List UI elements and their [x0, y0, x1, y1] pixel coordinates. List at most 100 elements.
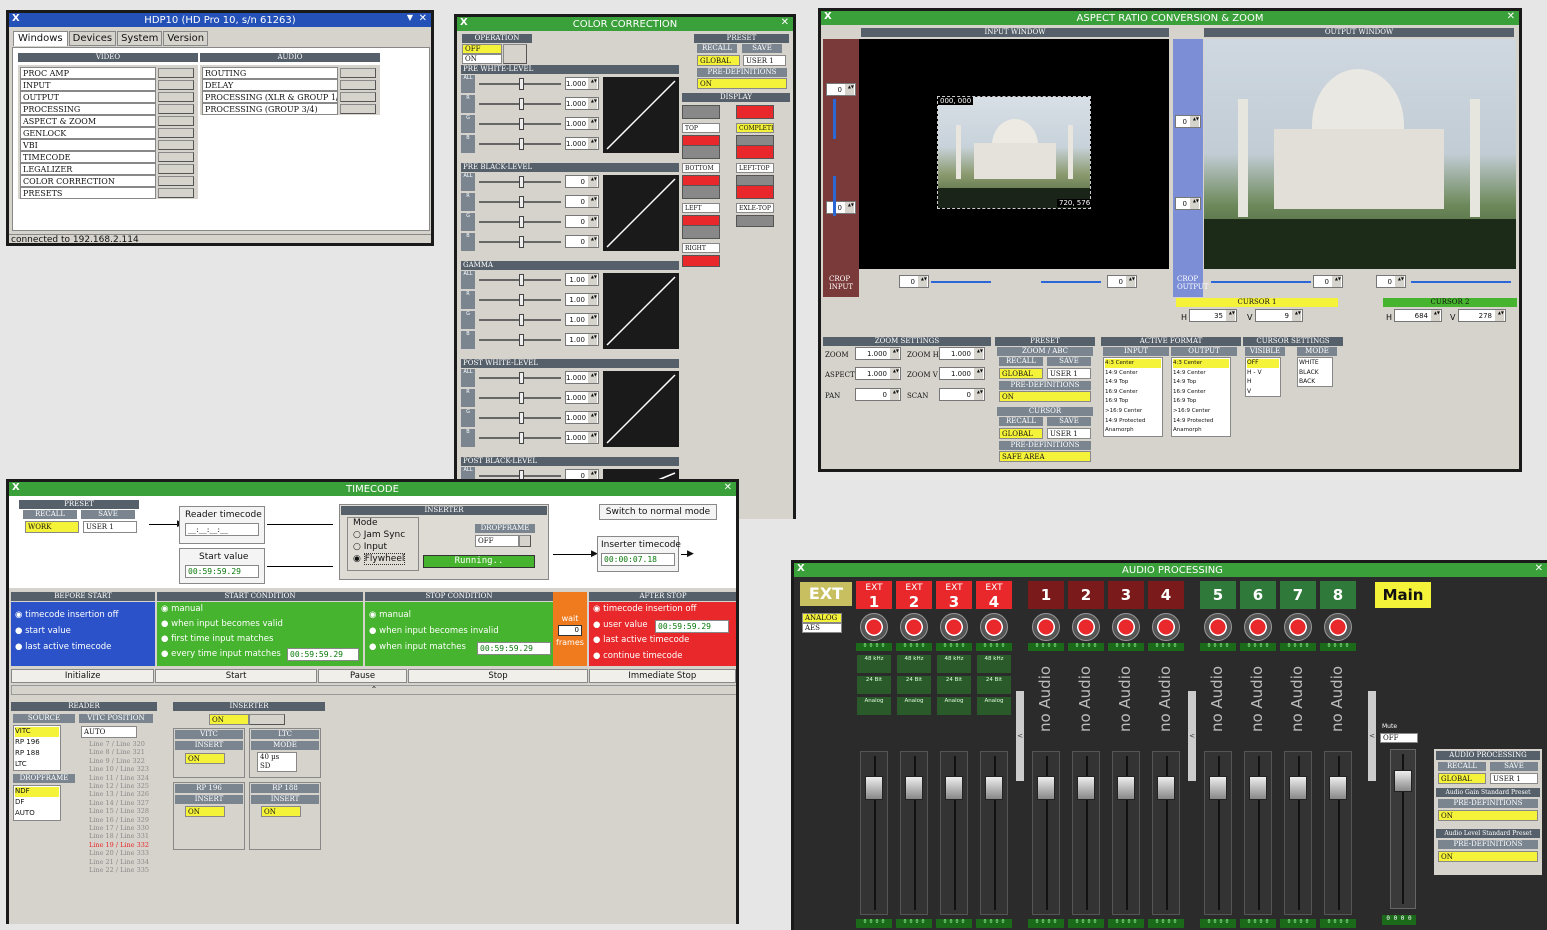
- tc-bs_items-option-0[interactable]: ◉ timecode insertion off: [15, 610, 118, 620]
- cc-value-input[interactable]: 1.00: [565, 293, 599, 306]
- audio-item-1[interactable]: DELAY: [202, 79, 338, 91]
- ar-titlebar[interactable]: X ASPECT RATIO CONVERSION & ZOOM ✕: [821, 11, 1519, 25]
- rp196-insert-select[interactable]: ON: [185, 806, 225, 817]
- cc-value-input[interactable]: 1.000: [565, 411, 599, 424]
- cursor2-v-input[interactable]: 278: [1458, 309, 1506, 322]
- tc-as_items-option-0[interactable]: ◉ timecode insertion off: [593, 604, 696, 614]
- cc-value-input[interactable]: 1.000: [565, 97, 599, 110]
- vitc-line-item[interactable]: Line 17 / Line 330: [81, 824, 153, 832]
- zoom-v-input[interactable]: 1.000: [939, 367, 985, 380]
- vitc-line-item[interactable]: Line 11 / Line 324: [81, 774, 153, 782]
- pan-input[interactable]: 0: [855, 388, 901, 401]
- vitc-line-list[interactable]: Line 7 / Line 320 Line 8 / Line 321 Line 9…: [81, 740, 153, 878]
- fader-knob[interactable]: [985, 776, 1003, 800]
- operation-scroll[interactable]: [503, 44, 527, 64]
- radio-icon[interactable]: ●: [161, 649, 171, 659]
- af-output-list[interactable]: 4:3 Center 14:9 Center 14:9 Top 16:9 Center…: [1171, 357, 1231, 437]
- crop-output-right[interactable]: 0: [1376, 275, 1406, 288]
- tc-recall-select[interactable]: WORK: [25, 521, 79, 533]
- audio-item-3[interactable]: PROCESSING (GROUP 3/4): [202, 103, 338, 115]
- cursor-recall-select[interactable]: GLOBAL: [999, 428, 1043, 439]
- video-item-button-1[interactable]: [158, 80, 194, 90]
- cc-value-input[interactable]: 1.000: [565, 391, 599, 404]
- channel-header[interactable]: EXT 4: [976, 581, 1012, 610]
- radio-icon[interactable]: ◉: [15, 610, 25, 620]
- ext-analog[interactable]: ANALOG: [802, 613, 842, 623]
- video-item-button-0[interactable]: [158, 68, 194, 78]
- video-item-6[interactable]: VBI: [20, 139, 156, 151]
- switch-normal-button[interactable]: Switch to normal mode: [599, 504, 717, 520]
- format-item-5[interactable]: >16:9 Center: [1173, 407, 1229, 416]
- video-item-9[interactable]: COLOR CORRECTION: [20, 175, 156, 187]
- crop-output-hslider-2[interactable]: [1411, 281, 1511, 283]
- dropframe-item-2[interactable]: AUTO: [15, 809, 59, 819]
- radio-icon[interactable]: ●: [593, 651, 603, 661]
- mode-item-1[interactable]: BLACK: [1299, 369, 1331, 378]
- video-item-3[interactable]: PROCESSING: [20, 103, 156, 115]
- fader-track[interactable]: [1112, 751, 1140, 915]
- display-option-5[interactable]: EXLE-TOP: [736, 203, 774, 213]
- channel-header[interactable]: EXT 3: [936, 581, 972, 610]
- cursor-save-select[interactable]: USER 1: [1047, 428, 1091, 439]
- fader-track[interactable]: [900, 751, 928, 915]
- channel-header[interactable]: 2: [1068, 581, 1104, 609]
- radio-icon[interactable]: ●: [593, 635, 603, 645]
- cc-value-input[interactable]: 1.00: [565, 333, 599, 346]
- gain-knob-icon[interactable]: [1284, 613, 1312, 641]
- dropframe-list[interactable]: NDF DF AUTO: [13, 785, 61, 821]
- crop-output-hslider[interactable]: [1211, 281, 1311, 283]
- vitc-line-item[interactable]: Line 16 / Line 329: [81, 816, 153, 824]
- vitc-line-item[interactable]: Line 21 / Line 334: [81, 858, 153, 866]
- vitc-line-item[interactable]: Line 12 / Line 325: [81, 782, 153, 790]
- vitc-line-item[interactable]: Line 15 / Line 328: [81, 807, 153, 815]
- group-collapse-chevron-icon[interactable]: <: [1368, 691, 1376, 781]
- audio-item-button-3[interactable]: [340, 104, 376, 114]
- cc-slider-thumb[interactable]: [519, 118, 524, 130]
- vitc-line-item[interactable]: Line 10 / Line 323: [81, 765, 153, 773]
- cc-slider-thumb[interactable]: [519, 274, 524, 286]
- gain-knob-icon[interactable]: [1324, 613, 1352, 641]
- video-item-1[interactable]: INPUT: [20, 79, 156, 91]
- cc-value-input[interactable]: 1.000: [565, 137, 599, 150]
- scan-input[interactable]: 0: [939, 388, 985, 401]
- input-crop-frame[interactable]: [937, 96, 1091, 209]
- tc-as_items-option-3[interactable]: ● continue timecode: [593, 651, 683, 661]
- mode-flywheel[interactable]: ◉ Flywheel: [353, 553, 406, 565]
- cc-value-input[interactable]: 1.000: [565, 77, 599, 90]
- format-item-3[interactable]: 16:9 Center: [1105, 388, 1161, 397]
- crop-input-top[interactable]: 0: [826, 83, 856, 96]
- tab-windows[interactable]: Windows: [13, 31, 68, 46]
- crop-input-hslider[interactable]: [931, 281, 991, 283]
- fader-knob[interactable]: [1289, 776, 1307, 800]
- af-input-list[interactable]: 4:3 Center 14:9 Center 14:9 Top 16:9 Center…: [1103, 357, 1163, 437]
- zoom-h-input[interactable]: 1.000: [939, 347, 985, 360]
- tc-sc_items-option-3[interactable]: ● every time input matches: [161, 649, 281, 659]
- zoom-save-select[interactable]: USER 1: [1047, 368, 1091, 379]
- format-item-1[interactable]: 14:9 Center: [1173, 369, 1229, 378]
- tc-stc_items-option-0[interactable]: ◉ manual: [369, 610, 411, 620]
- channel-header[interactable]: 8: [1320, 581, 1356, 609]
- tc-stc_items-option-1[interactable]: ● when input becomes invalid: [369, 626, 499, 636]
- vitc-line-item[interactable]: Line 20 / Line 333: [81, 849, 153, 857]
- fader-track[interactable]: [1204, 751, 1232, 915]
- cc-slider-thumb[interactable]: [519, 98, 524, 110]
- crop-input-bottom[interactable]: 0: [826, 201, 856, 214]
- vitc-line-item[interactable]: Line 13 / Line 326: [81, 790, 153, 798]
- display-option-3[interactable]: LEFT-TOP: [736, 163, 774, 173]
- gain-knob-icon[interactable]: [1112, 613, 1140, 641]
- display-option-4[interactable]: LEFT: [682, 203, 720, 213]
- tab-system[interactable]: System: [117, 31, 163, 46]
- cc-value-input[interactable]: 0: [565, 235, 599, 248]
- radio-icon[interactable]: ●: [161, 619, 171, 629]
- fader-knob[interactable]: [905, 776, 923, 800]
- radio-icon[interactable]: ◉: [369, 610, 379, 620]
- channel-header[interactable]: 3: [1108, 581, 1144, 609]
- tc-as_items-option-2[interactable]: ● last active timecode: [593, 635, 689, 645]
- fader-track[interactable]: [980, 751, 1008, 915]
- ap-recall-select[interactable]: GLOBAL: [1438, 773, 1486, 784]
- crop-input-slider-2[interactable]: [833, 176, 836, 216]
- format-item-2[interactable]: 14:9 Top: [1173, 378, 1229, 387]
- vitc-line-item[interactable]: Line 7 / Line 320: [81, 740, 153, 748]
- dropframe-scroll[interactable]: [519, 535, 531, 547]
- video-item-button-2[interactable]: [158, 92, 194, 102]
